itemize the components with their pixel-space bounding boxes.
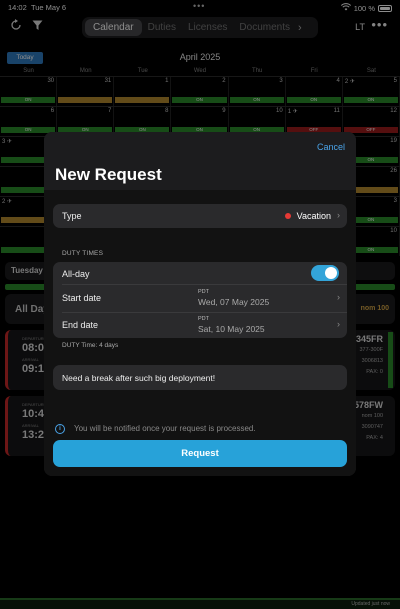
modal-title: New Request <box>55 165 162 184</box>
info-icon: i <box>55 424 65 434</box>
start-date-row[interactable]: Start date PDT Wed, 07 May 2025 › <box>53 285 347 311</box>
note-text: Need a break after such big deployment! <box>62 373 216 383</box>
end-date-row[interactable]: End date PDT Sat, 10 May 2025 › <box>53 312 347 338</box>
start-date-label: Start date <box>62 293 102 303</box>
cancel-button[interactable]: Cancel <box>317 142 345 152</box>
start-timezone: PDT <box>198 289 209 295</box>
end-date-value: Sat, 10 May 2025 <box>198 324 265 334</box>
all-day-label: All-day <box>62 269 90 279</box>
all-day-toggle[interactable] <box>311 265 339 281</box>
modal-header: Cancel New Request <box>44 132 356 190</box>
new-request-modal: Cancel New Request Type Vacation › DUTY … <box>44 132 356 476</box>
type-selector[interactable]: Type Vacation › <box>53 204 347 228</box>
chevron-right-icon: › <box>337 319 340 329</box>
modal-body: Type Vacation › DUTY TIMES All-day Start… <box>44 190 356 476</box>
info-text: You will be notified once your request i… <box>74 424 256 433</box>
section-duty-times: DUTY TIMES <box>62 250 104 257</box>
start-date-value: Wed, 07 May 2025 <box>198 297 270 307</box>
duty-times-card: All-day Start date PDT Wed, 07 May 2025 … <box>53 262 347 338</box>
type-value: Vacation <box>284 211 331 221</box>
note-field[interactable]: Need a break after such big deployment! <box>53 365 347 390</box>
request-button[interactable]: Request <box>53 440 347 467</box>
end-timezone: PDT <box>198 316 209 322</box>
chevron-right-icon: › <box>337 292 340 302</box>
type-color-dot <box>284 213 291 219</box>
type-label: Type <box>62 211 82 221</box>
chevron-right-icon: › <box>337 210 340 220</box>
duty-time-summary: DUTY Time: 4 days <box>62 342 119 349</box>
info-row: i You will be notified once your request… <box>55 423 345 437</box>
end-date-label: End date <box>62 320 99 330</box>
